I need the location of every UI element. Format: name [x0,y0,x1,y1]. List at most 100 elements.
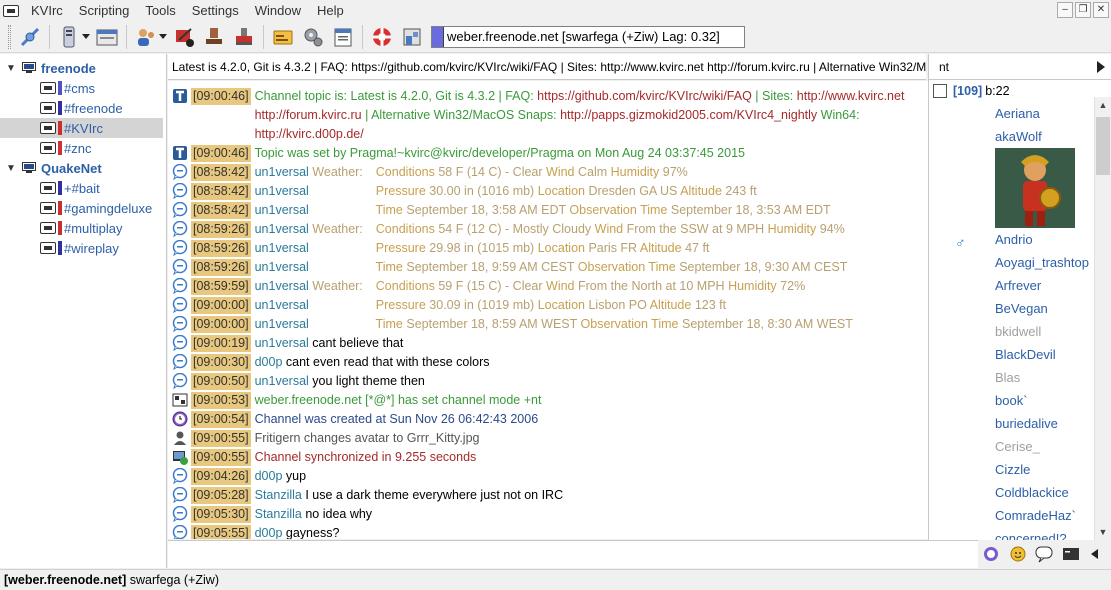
message-icon [172,277,188,295]
scroll-thumb[interactable] [1096,117,1110,175]
user-item[interactable]: Cizzle [929,458,1111,481]
user-item[interactable]: BlackDevil [929,343,1111,366]
expand-icon[interactable]: ▼ [6,163,16,174]
message-text: un1versal cant believe that [254,336,404,350]
nickname[interactable]: un1versal [255,184,309,198]
tree-channel-kvirc[interactable]: #KVIrc [0,118,163,138]
tree-network-quakenet[interactable]: ▼ QuakeNet [0,158,166,178]
nickname[interactable]: un1versal [255,203,309,217]
minimize-icon[interactable]: – [1057,2,1073,18]
tools-icon[interactable] [231,24,257,50]
nickname[interactable]: Stanzilla [255,507,302,521]
nickname[interactable]: un1versal [255,241,309,255]
tree-channel-znc[interactable]: #znc [0,138,166,158]
nickname[interactable]: un1versal [255,374,309,388]
chevron-down-icon[interactable] [82,34,90,39]
user-item[interactable]: Aoyagi_trashtop [929,251,1111,274]
user-item[interactable]: BeVegan [929,297,1111,320]
chat-line-weather: [08:59:59] un1versal Weather: Conditions … [172,277,928,296]
user-item[interactable]: buriedalive [929,412,1111,435]
server-icon[interactable] [56,24,82,50]
timestamp: [09:00:00] [191,297,251,314]
arrow-right-icon[interactable] [1097,61,1105,73]
nickname[interactable]: d00p [255,355,283,369]
timestamp: [09:05:30] [191,506,251,523]
nickname[interactable]: un1versal [255,260,309,274]
user-item[interactable]: Coldblackice [929,481,1111,504]
user-item[interactable]: Arfrever [929,274,1111,297]
url-link[interactable]: http://kvirc.d00p.de/ [255,127,364,141]
user-item[interactable]: Blas [929,366,1111,389]
lifebuoy-icon[interactable] [369,24,395,50]
sync-icon [172,449,188,465]
message-icon [172,524,188,539]
arrow-left-icon[interactable] [1089,545,1107,563]
expand-icon[interactable]: ▼ [6,63,16,74]
nickname[interactable]: un1versal [255,336,309,350]
tree-channel-multiplay[interactable]: #multiplay [0,218,166,238]
close-icon[interactable]: ✕ [1093,2,1109,18]
multiline-icon[interactable] [1035,545,1053,563]
menu-scripting[interactable]: Scripting [71,0,138,21]
chat-view[interactable]: [09:00:46] Channel topic is: Latest is 4… [168,81,928,539]
gear-icon[interactable] [300,24,326,50]
nickname[interactable]: un1versal [255,165,309,179]
user-item[interactable]: book` [929,389,1111,412]
menu-window[interactable]: Window [247,0,309,21]
timestamp: [08:59:26] [191,240,251,257]
ban-icon[interactable] [171,24,197,50]
menu-settings[interactable]: Settings [184,0,247,21]
stamp-icon[interactable] [201,24,227,50]
nickname[interactable]: un1versal [255,279,309,293]
topic-bar[interactable]: Latest is 4.2.0, Git is 4.3.2 | FAQ: htt… [168,54,926,80]
scroll-up-icon[interactable]: ▲ [1095,97,1111,113]
timestamp: [09:00:55] [191,430,251,447]
channel-label: #cms [64,80,96,96]
nickname[interactable]: un1versal [255,298,309,312]
toolbar-grip[interactable] [8,24,11,49]
terminal-icon[interactable] [1062,545,1080,563]
tree-channel-gamingdeluxe[interactable]: #gamingdeluxe [0,198,166,218]
options-icon[interactable] [94,24,120,50]
nickname[interactable]: un1versal [255,222,309,236]
menu-tools[interactable]: Tools [137,0,183,21]
nickname[interactable]: d00p [255,526,283,539]
nickname[interactable]: d00p [255,469,283,483]
url-link[interactable]: https://github.com/kvirc/KVIrc/wiki/FAQ [537,89,752,103]
message-icon [172,296,188,314]
connect-icon[interactable] [17,24,43,50]
document-icon[interactable] [330,24,356,50]
message-input[interactable] [168,540,978,568]
user-item[interactable]: bkidwell [929,320,1111,343]
user-item[interactable]: ♂ Andrio [929,228,1111,251]
card-icon[interactable] [270,24,296,50]
user-item[interactable]: ComradeHaz` [929,504,1111,527]
nickname[interactable]: un1versal [255,317,309,331]
tree-channel-bait[interactable]: +#bait [0,178,166,198]
scroll-down-icon[interactable]: ▼ [1095,524,1111,540]
menu-help[interactable]: Help [309,0,352,21]
user-item[interactable]: akaWolf [929,125,1111,148]
userlist-header: nt [929,54,1111,80]
emoticon-icon[interactable] [1009,545,1027,563]
home-icon[interactable] [399,24,425,50]
tree-network-freenode[interactable]: ▼ freenode [0,58,166,78]
user-item[interactable]: Cerise_ [929,435,1111,458]
user-item[interactable]: Aeriana [929,102,1111,125]
url-link[interactable]: http://forum.kvirc.ru [255,108,362,122]
tree-channel-wireplay[interactable]: #wireplay [0,238,166,258]
tree-channel-cms[interactable]: #cms [0,78,166,98]
userlist-scrollbar[interactable]: ▲ ▼ [1094,97,1111,540]
menu-kvirc[interactable]: KVIrc [23,0,71,21]
tree-channel-freenode[interactable]: #freenode [0,98,166,118]
topic-icon [172,145,188,161]
url-link[interactable]: http://www.kvirc.net [797,89,905,103]
channel-label: #wireplay [64,240,119,256]
history-icon[interactable] [982,545,1000,563]
nickname[interactable]: Stanzilla [255,488,302,502]
kvirc-icon[interactable] [3,4,19,17]
restore-icon[interactable]: ❐ [1075,2,1091,18]
chevron-down-icon[interactable] [159,34,167,39]
url-link[interactable]: http://papps.gizmokid2005.com/KVIrc4_nig… [560,108,817,122]
users-icon[interactable] [133,24,159,50]
